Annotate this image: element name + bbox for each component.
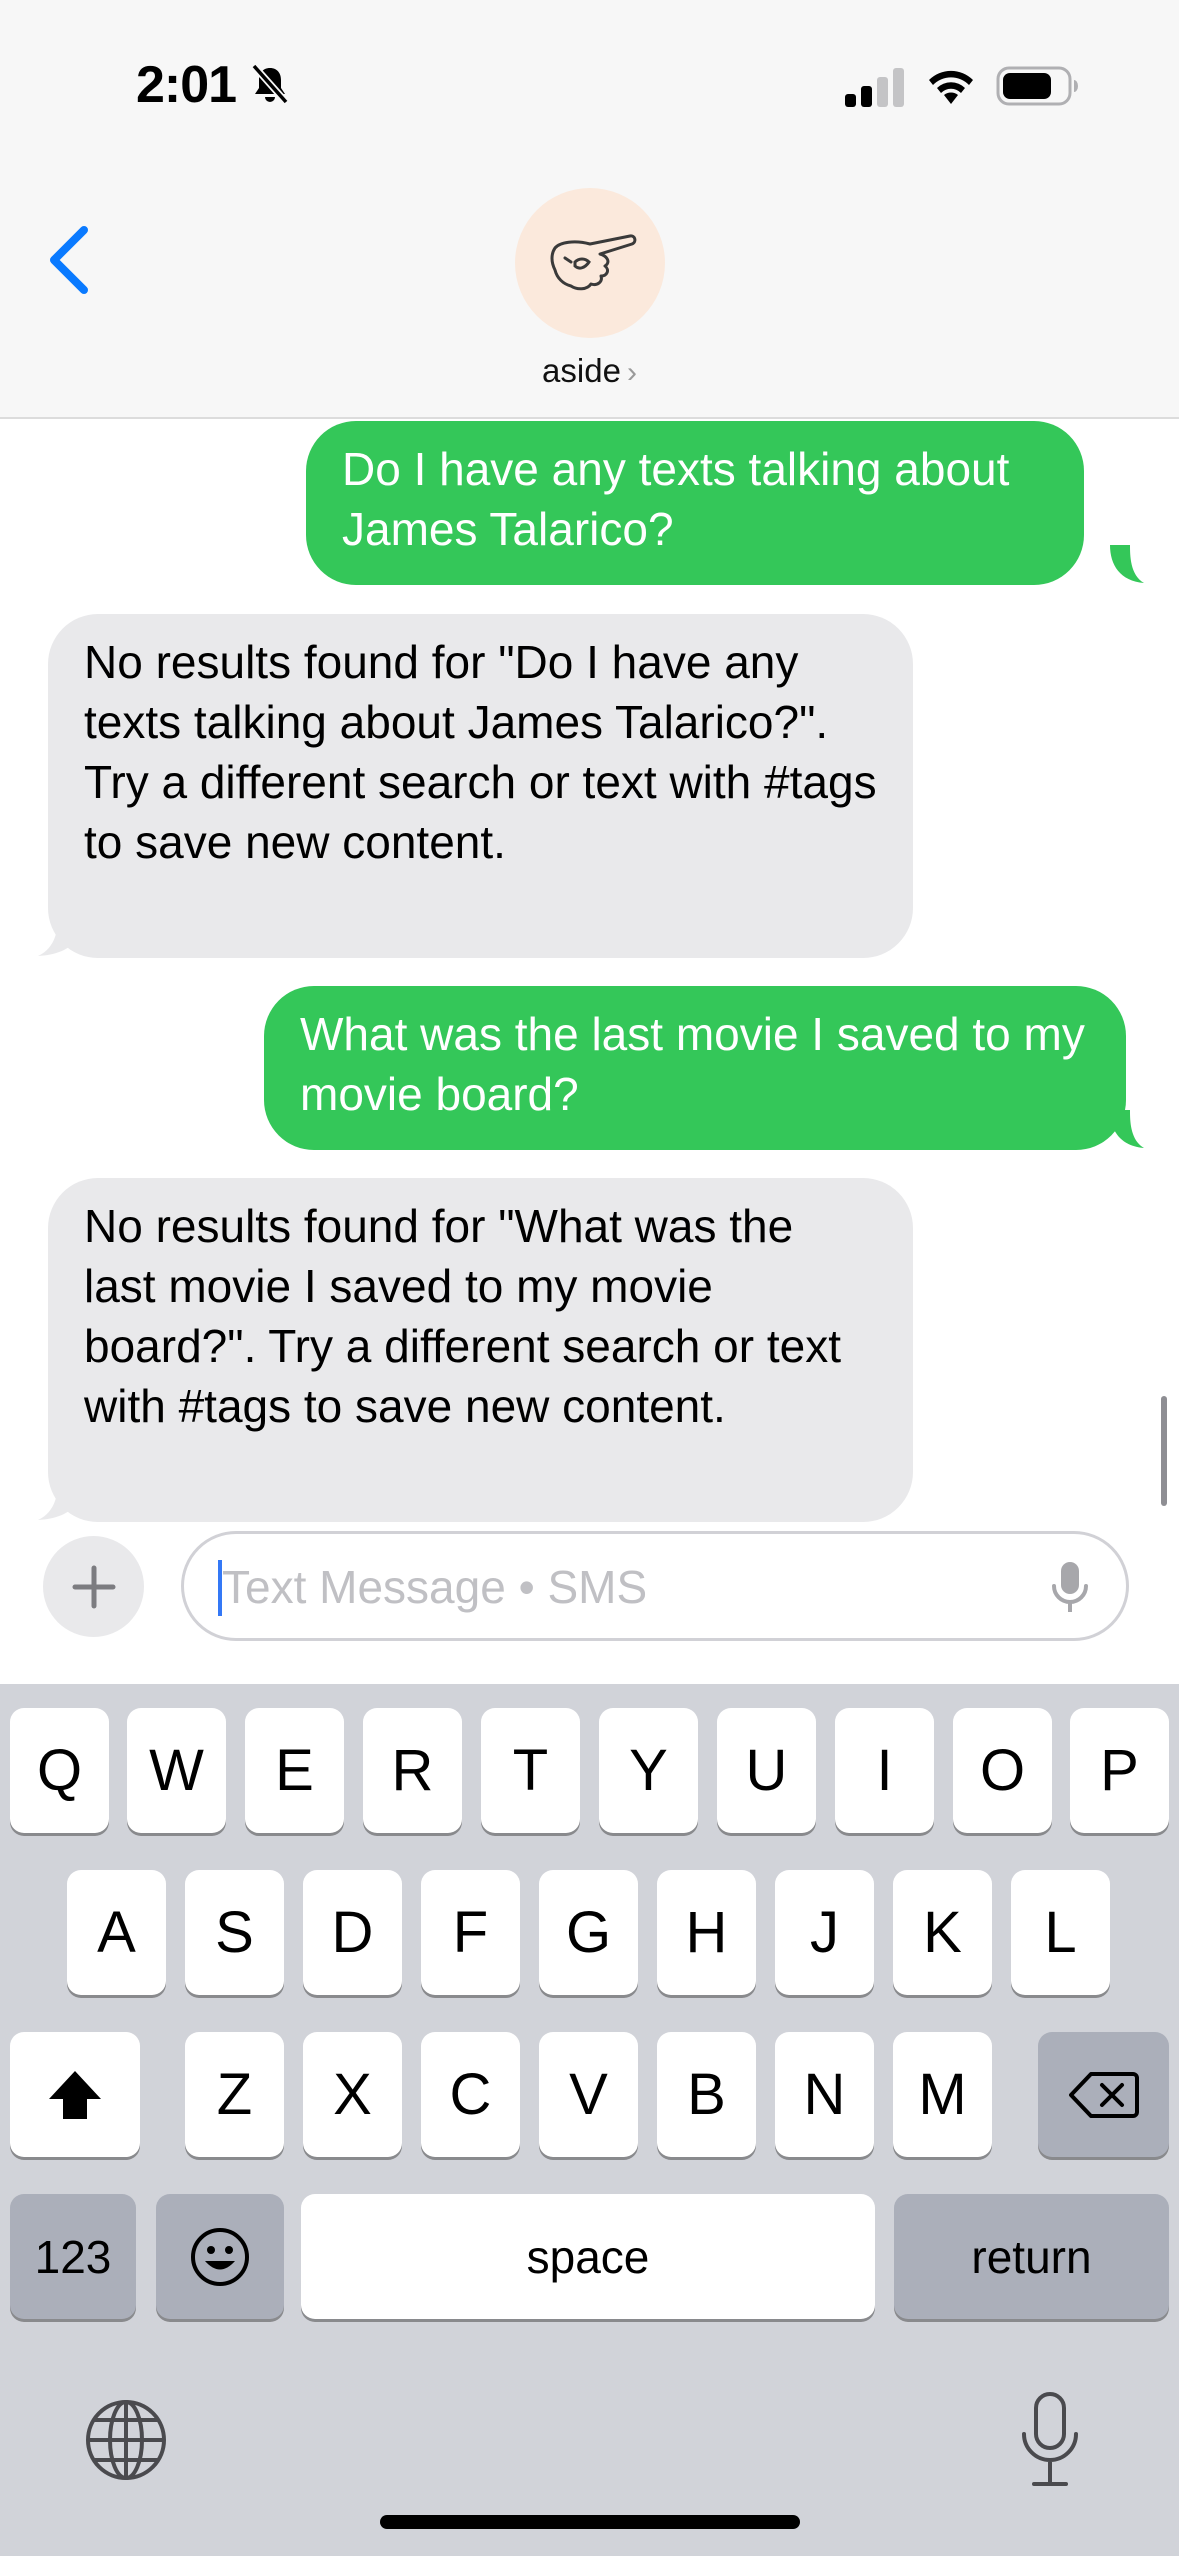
chevron-right-icon: › xyxy=(626,356,637,389)
key-label: space xyxy=(526,2230,650,2283)
key-x[interactable]: X xyxy=(303,2032,402,2157)
key-label: C xyxy=(449,2062,492,2127)
cellular-signal-icon xyxy=(843,66,905,113)
message-text: No results found for "Do I have any text… xyxy=(84,636,877,868)
key-label: P xyxy=(1100,1738,1139,1803)
outgoing-message[interactable]: Do I have any texts talking about James … xyxy=(306,421,1084,585)
message-text: No results found for "What was the last … xyxy=(84,1200,841,1432)
battery-icon xyxy=(996,65,1080,112)
key-k[interactable]: K xyxy=(893,1870,992,1995)
key-m[interactable]: M xyxy=(893,2032,992,2157)
key-label: M xyxy=(918,2062,967,2127)
key-label: O xyxy=(979,1738,1026,1803)
key-o[interactable]: O xyxy=(953,1708,1052,1833)
key-r[interactable]: R xyxy=(363,1708,462,1833)
incoming-message[interactable]: No results found for "What was the last … xyxy=(48,1178,913,1522)
key-j[interactable]: J xyxy=(775,1870,874,1995)
contact-avatar[interactable] xyxy=(515,188,665,338)
key-label: E xyxy=(275,1738,314,1803)
key-label: R xyxy=(391,1738,434,1803)
shift-icon xyxy=(49,2070,101,2119)
delete-key[interactable] xyxy=(1038,2032,1169,2157)
contact-name-button[interactable]: aside › xyxy=(0,352,1179,390)
plus-icon xyxy=(72,1565,115,1608)
dictation-mic-icon[interactable] xyxy=(1050,1560,1090,1621)
key-t[interactable]: T xyxy=(481,1708,580,1833)
key-u[interactable]: U xyxy=(717,1708,816,1833)
chevron-left-icon xyxy=(50,226,88,294)
add-attachment-button[interactable] xyxy=(43,1536,144,1637)
bell-slash-icon xyxy=(248,62,292,111)
emoji-icon xyxy=(191,2227,249,2286)
key-n[interactable]: N xyxy=(775,2032,874,2157)
key-label: Z xyxy=(216,2062,253,2127)
key-l[interactable]: L xyxy=(1011,1870,1110,1995)
contact-name: aside xyxy=(542,352,621,389)
key-f[interactable]: F xyxy=(421,1870,520,1995)
key-label: V xyxy=(569,2062,608,2127)
key-w[interactable]: W xyxy=(127,1708,226,1833)
status-time: 2:01 xyxy=(136,56,237,114)
dictation-icon[interactable] xyxy=(1018,2390,1082,2495)
key-i[interactable]: I xyxy=(835,1708,934,1833)
key-d[interactable]: D xyxy=(303,1870,402,1995)
key-label: W xyxy=(149,1738,204,1803)
key-label: Q xyxy=(36,1738,83,1803)
key-label: K xyxy=(923,1900,962,1965)
bubble-tail xyxy=(1110,1110,1144,1148)
key-label: S xyxy=(215,1900,254,1965)
message-input[interactable] xyxy=(220,1534,1024,1640)
key-z[interactable]: Z xyxy=(185,2032,284,2157)
back-button[interactable] xyxy=(44,220,104,300)
keyboard: Q W E R T Y U I O P A S D F G H J K L Z … xyxy=(0,1684,1179,2556)
key-g[interactable]: G xyxy=(539,1870,638,1995)
key-label: F xyxy=(452,1900,489,1965)
message-text: Do I have any texts talking about James … xyxy=(342,443,1010,555)
key-s[interactable]: S xyxy=(185,1870,284,1995)
bubble-tail xyxy=(38,918,82,956)
key-q[interactable]: Q xyxy=(10,1708,109,1833)
key-label: 123 xyxy=(34,2230,112,2283)
key-label: X xyxy=(333,2062,372,2127)
key-v[interactable]: V xyxy=(539,2032,638,2157)
key-label: U xyxy=(745,1738,788,1803)
key-label: B xyxy=(687,2062,726,2127)
key-h[interactable]: H xyxy=(657,1870,756,1995)
numbers-key[interactable]: 123 xyxy=(10,2194,136,2319)
key-b[interactable]: B xyxy=(657,2032,756,2157)
key-label: I xyxy=(876,1738,893,1803)
wifi-icon xyxy=(924,64,978,111)
shift-key[interactable] xyxy=(10,2032,140,2157)
return-key[interactable]: return xyxy=(894,2194,1169,2319)
message-field-container[interactable] xyxy=(181,1531,1129,1641)
key-p[interactable]: P xyxy=(1070,1708,1169,1833)
key-label: A xyxy=(97,1900,136,1965)
backspace-icon xyxy=(1068,2071,1139,2118)
key-label: D xyxy=(331,1900,374,1965)
key-label: L xyxy=(1044,1900,1077,1965)
key-c[interactable]: C xyxy=(421,2032,520,2157)
key-label: Y xyxy=(629,1738,668,1803)
message-text: What was the last movie I saved to my mo… xyxy=(300,1008,1085,1120)
emoji-key[interactable] xyxy=(156,2194,284,2319)
key-label: T xyxy=(512,1738,549,1803)
globe-icon[interactable] xyxy=(84,2398,168,2487)
bubble-tail xyxy=(1110,545,1144,583)
outgoing-message[interactable]: What was the last movie I saved to my mo… xyxy=(264,986,1126,1150)
space-key[interactable]: space xyxy=(301,2194,875,2319)
key-label: H xyxy=(685,1900,728,1965)
key-label: J xyxy=(810,1900,839,1965)
key-label: N xyxy=(803,2062,846,2127)
incoming-message[interactable]: No results found for "Do I have any text… xyxy=(48,614,913,958)
key-label: return xyxy=(971,2230,1092,2283)
key-a[interactable]: A xyxy=(67,1870,166,1995)
key-e[interactable]: E xyxy=(245,1708,344,1833)
pointing-hand-icon xyxy=(550,234,637,291)
conversation-header: 2:01 aside › xyxy=(0,0,1179,419)
home-indicator[interactable] xyxy=(380,2515,800,2529)
bubble-tail xyxy=(38,1482,82,1520)
key-label: G xyxy=(565,1900,612,1965)
key-y[interactable]: Y xyxy=(599,1708,698,1833)
scrollbar[interactable] xyxy=(1161,1396,1167,1506)
